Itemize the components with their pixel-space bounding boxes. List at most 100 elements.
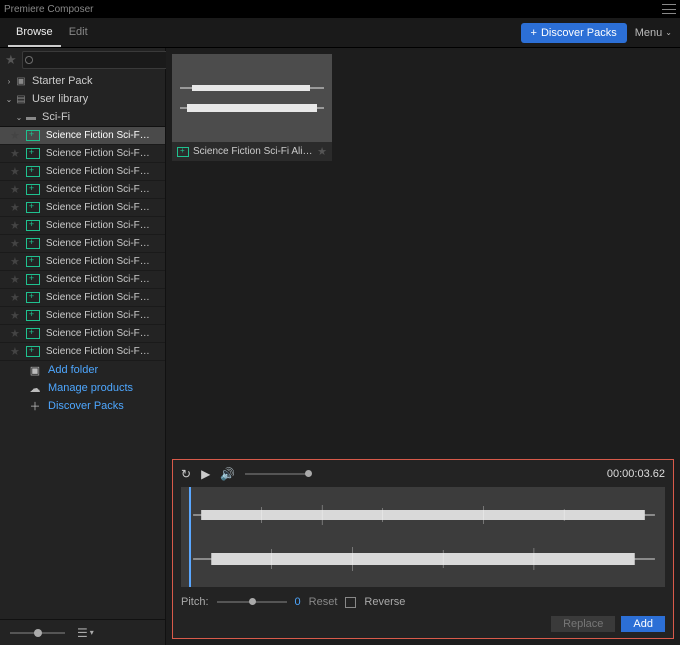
asset-row[interactable]: ★Science Fiction Sci-F… xyxy=(0,127,165,145)
favorite-star-icon[interactable]: ★ xyxy=(317,145,327,158)
favorites-star-icon[interactable]: ★ xyxy=(5,52,17,68)
replace-button[interactable]: Replace xyxy=(551,616,615,632)
asset-row[interactable]: ★ Science Fiction Sci-F… xyxy=(0,307,165,325)
asset-thumbnail[interactable]: Science Fiction Sci-Fi Alien … ★ xyxy=(172,54,332,161)
asset-row[interactable]: ★ Science Fiction Sci-F… xyxy=(0,217,165,235)
tree-user-library[interactable]: ⌄ ▤ User library xyxy=(0,90,165,108)
search-input[interactable] xyxy=(22,51,176,69)
asset-label: Science Fiction Sci-F… xyxy=(46,148,165,159)
add-button[interactable]: Add xyxy=(621,616,665,632)
asset-row[interactable]: ★ Science Fiction Sci-F… xyxy=(0,343,165,361)
content-area: Science Fiction Sci-Fi Alien … ★ ↻ ▶ 🔊 0… xyxy=(166,48,680,645)
add-folder-link[interactable]: ▣ Add folder xyxy=(0,361,165,379)
favorite-star-icon[interactable]: ★ xyxy=(10,255,20,268)
menu-dropdown[interactable]: Menu ⌄ xyxy=(635,27,672,39)
asset-label: Science Fiction Sci-F… xyxy=(46,166,165,177)
folder-icon: ▬ xyxy=(24,112,38,123)
favorite-star-icon[interactable]: ★ xyxy=(10,129,20,142)
asset-row[interactable]: ★ Science Fiction Sci-F… xyxy=(0,325,165,343)
asset-type-icon xyxy=(26,328,40,339)
chevron-down-icon: ⌄ xyxy=(4,95,14,104)
asset-row[interactable]: ★ Science Fiction Sci-F… xyxy=(0,253,165,271)
thumbnail-caption: Science Fiction Sci-Fi Alien … xyxy=(193,146,313,157)
reverse-label: Reverse xyxy=(364,596,405,608)
asset-label: Science Fiction Sci-F… xyxy=(46,346,165,357)
volume-icon[interactable]: 🔊 xyxy=(220,467,235,481)
thumbnail-grid: Science Fiction Sci-Fi Alien … ★ xyxy=(166,48,680,459)
library-icon: ▤ xyxy=(14,94,28,105)
pitch-reset-button[interactable]: Reset xyxy=(309,596,338,608)
waveform-display[interactable] xyxy=(181,487,665,587)
favorite-star-icon[interactable]: ★ xyxy=(10,183,20,196)
add-folder-icon: ▣ xyxy=(28,364,42,377)
favorite-star-icon[interactable]: ★ xyxy=(10,237,20,250)
timecode: 00:00:03.62 xyxy=(607,468,665,480)
play-icon[interactable]: ▶ xyxy=(201,467,210,481)
asset-type-icon xyxy=(26,202,40,213)
box-icon: ▣ xyxy=(14,76,28,87)
asset-type-icon xyxy=(26,130,40,141)
preview-panel: ↻ ▶ 🔊 00:00:03.62 xyxy=(172,459,674,639)
discover-packs-button[interactable]: + Discover Packs xyxy=(521,23,627,43)
asset-label: Science Fiction Sci-F… xyxy=(46,310,165,321)
asset-row[interactable]: ★ Science Fiction Sci-F… xyxy=(0,289,165,307)
asset-type-icon xyxy=(26,310,40,321)
asset-type-icon xyxy=(26,166,40,177)
chevron-down-icon: ⌄ xyxy=(14,113,24,122)
playhead[interactable] xyxy=(189,487,191,587)
list-view-icon: ☰ xyxy=(77,626,88,640)
cloud-icon: ☁ xyxy=(28,382,42,395)
plus-icon: + xyxy=(531,27,537,39)
chevron-right-icon: › xyxy=(4,77,14,86)
asset-row[interactable]: ★ Science Fiction Sci-F… xyxy=(0,271,165,289)
loop-icon[interactable]: ↻ xyxy=(181,467,191,481)
favorite-star-icon[interactable]: ★ xyxy=(10,273,20,286)
volume-slider[interactable] xyxy=(245,473,310,475)
tree-starter-pack[interactable]: › ▣ Starter Pack xyxy=(0,72,165,90)
asset-label: Science Fiction Sci-F… xyxy=(46,292,165,303)
title-bar: Premiere Composer xyxy=(0,0,680,18)
reverse-checkbox[interactable] xyxy=(345,597,356,608)
asset-type-icon xyxy=(26,274,40,285)
tab-edit[interactable]: Edit xyxy=(61,19,96,47)
favorite-star-icon[interactable]: ★ xyxy=(10,147,20,160)
favorite-star-icon[interactable]: ★ xyxy=(10,201,20,214)
pitch-value: 0 xyxy=(295,596,301,608)
favorite-star-icon[interactable]: ★ xyxy=(10,165,20,178)
favorite-star-icon[interactable]: ★ xyxy=(10,309,20,322)
thumbnail-waveform xyxy=(172,54,332,142)
thumbnail-size-slider[interactable] xyxy=(10,632,65,634)
pitch-slider[interactable] xyxy=(217,601,287,603)
asset-row[interactable]: ★Science Fiction Sci-F… xyxy=(0,199,165,217)
view-mode-toggle[interactable]: ☰▾ xyxy=(77,626,94,640)
sidebar-footer: ☰▾ xyxy=(0,619,165,645)
asset-type-icon xyxy=(26,346,40,357)
asset-type-icon xyxy=(26,238,40,249)
asset-type-icon xyxy=(26,292,40,303)
tree-scifi-folder[interactable]: ⌄ ▬ Sci-Fi xyxy=(0,108,165,126)
asset-label: Science Fiction Sci-F… xyxy=(46,238,165,249)
asset-row[interactable]: ★ Science Fiction Sci-F… xyxy=(0,163,165,181)
folder-tree: › ▣ Starter Pack ⌄ ▤ User library ⌄ ▬ Sc… xyxy=(0,72,165,619)
favorite-star-icon[interactable]: ★ xyxy=(10,327,20,340)
favorite-star-icon[interactable]: ★ xyxy=(10,219,20,232)
asset-row[interactable]: ★ Science Fiction Sci-F… xyxy=(0,145,165,163)
sidebar: ★ › ▣ Starter Pack ⌄ ▤ User library ⌄ ▬ … xyxy=(0,48,166,645)
chevron-down-icon: ⌄ xyxy=(665,28,672,37)
discover-packs-link[interactable]: ＋ Discover Packs xyxy=(0,397,165,415)
asset-label: Science Fiction Sci-F… xyxy=(46,220,165,231)
asset-type-icon xyxy=(26,148,40,159)
tab-browse[interactable]: Browse xyxy=(8,19,61,47)
manage-products-link[interactable]: ☁ Manage products xyxy=(0,379,165,397)
hamburger-icon[interactable] xyxy=(662,4,676,14)
favorite-star-icon[interactable]: ★ xyxy=(10,291,20,304)
asset-label: Science Fiction Sci-F… xyxy=(46,256,165,267)
asset-row[interactable]: ★ Science Fiction Sci-F… xyxy=(0,235,165,253)
plus-icon: ＋ xyxy=(28,398,42,414)
asset-label: Science Fiction Sci-F… xyxy=(46,328,165,339)
pitch-label: Pitch: xyxy=(181,596,209,608)
asset-label: Science Fiction Sci-F… xyxy=(46,274,165,285)
tab-bar: Browse Edit + Discover Packs Menu ⌄ xyxy=(0,18,680,48)
asset-row[interactable]: ★Science Fiction Sci-F… xyxy=(0,181,165,199)
favorite-star-icon[interactable]: ★ xyxy=(10,345,20,358)
